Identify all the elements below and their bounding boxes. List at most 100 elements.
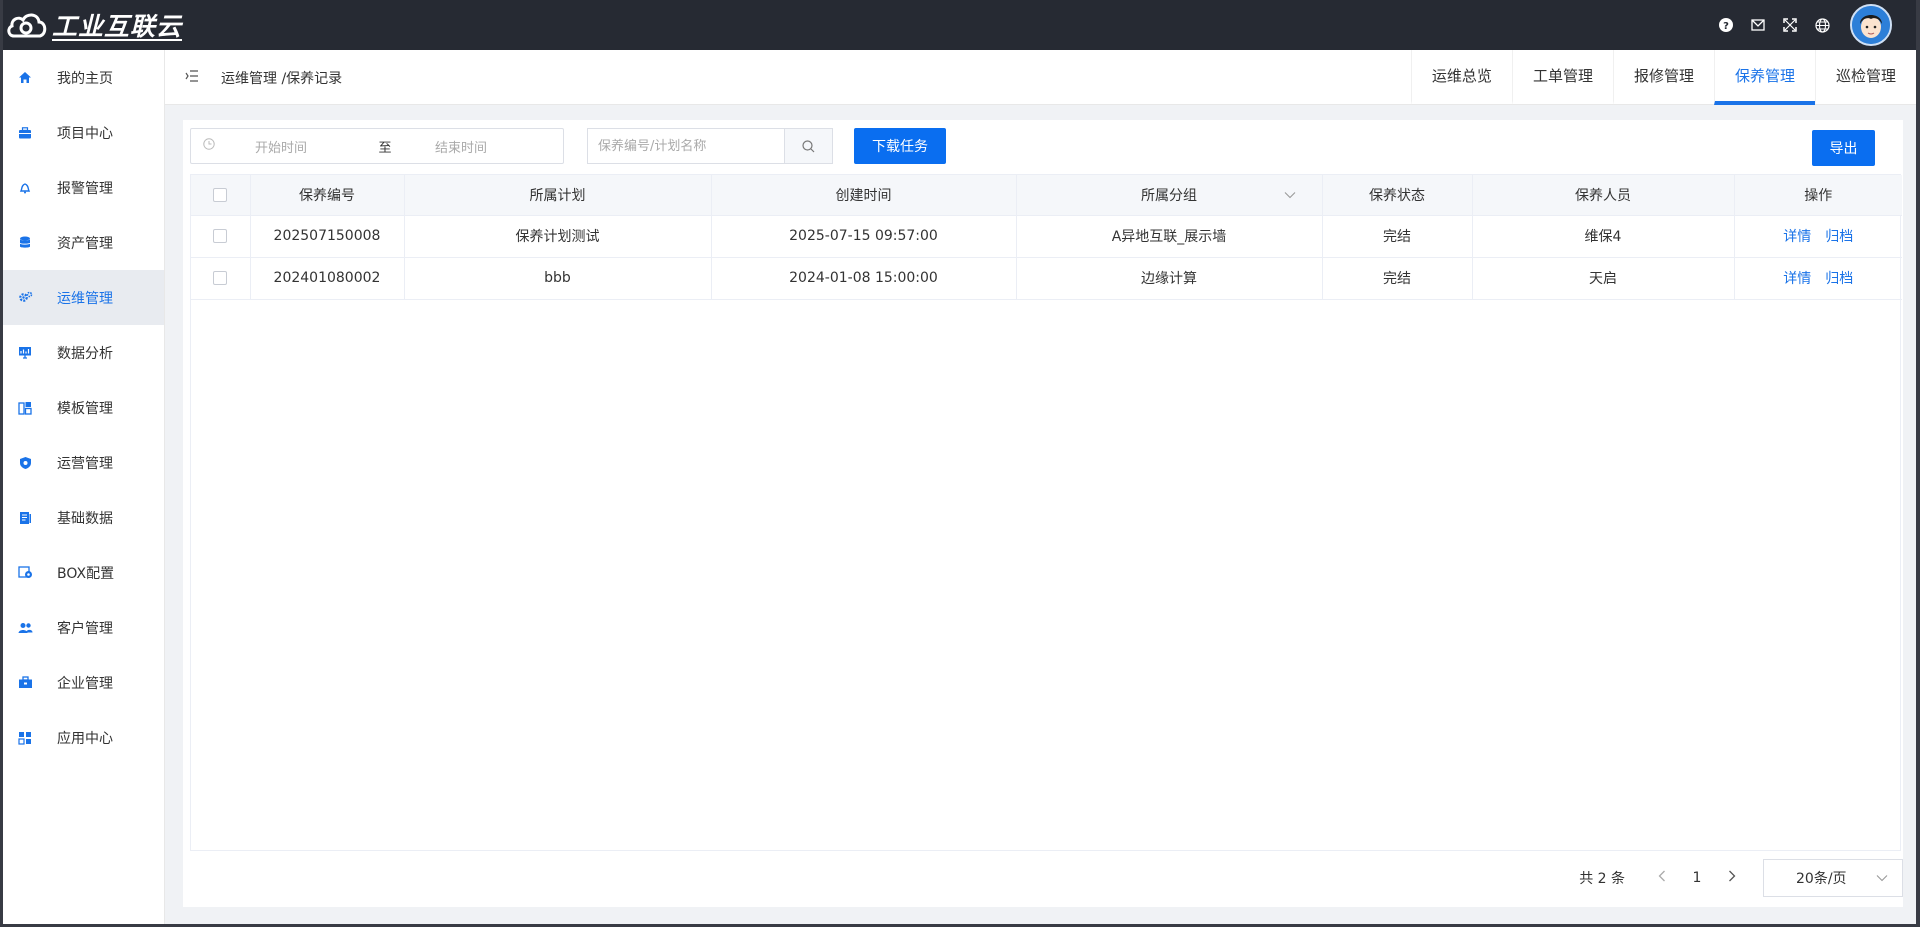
toolbox-icon <box>17 675 33 691</box>
help-icon[interactable]: ? <box>1710 0 1742 50</box>
search-box <box>587 128 833 164</box>
column-header-actions: 操作 <box>1734 175 1902 216</box>
select-all-checkbox[interactable] <box>213 187 228 202</box>
table-header-row: 保养编号 所属计划 创建时间 所属分组 保养状态 保养人员 操作 <box>191 175 1902 216</box>
fullscreen-icon[interactable] <box>1774 0 1806 50</box>
top-bar: 工业互联云 ? <box>3 0 1916 50</box>
menu-collapse-icon[interactable] <box>185 70 201 86</box>
cell-person: 天启 <box>1472 257 1735 300</box>
shield-icon <box>17 455 33 471</box>
search-button[interactable] <box>784 129 832 163</box>
cell-created: 2024-01-08 15:00:00 <box>711 257 1017 300</box>
sidebar-item-8[interactable]: 基础数据 <box>3 490 164 545</box>
sidebar-item-label: 运维管理 <box>57 290 113 307</box>
row-select-cell <box>191 257 251 300</box>
tab-1[interactable]: 工单管理 <box>1511 50 1613 105</box>
sidebar-item-label: 模板管理 <box>57 400 113 417</box>
box-icon <box>17 565 33 581</box>
breadcrumb: 运维管理 /保养记录 <box>221 71 343 87</box>
pagination: 共 2 条 1 20条/页 <box>1579 858 1903 898</box>
date-start-input[interactable]: 开始时间 <box>255 137 365 156</box>
tab-0[interactable]: 运维总览 <box>1410 50 1512 105</box>
cell-group: 边缘计算 <box>1016 257 1323 300</box>
search-icon <box>802 139 815 152</box>
archive-link[interactable]: 归档 <box>1825 271 1853 287</box>
filter-toolbar: 开始时间 至 结束时间 下载任务 导出 <box>190 128 1903 166</box>
logo[interactable]: 工业互联云 <box>6 6 182 44</box>
cell-actions: 详情 归档 <box>1734 257 1902 300</box>
sidebar-item-5[interactable]: 数据分析 <box>3 325 164 380</box>
sidebar-item-1[interactable]: 项目中心 <box>3 105 164 160</box>
date-end-input[interactable]: 结束时间 <box>435 137 487 156</box>
bell-icon <box>17 180 33 196</box>
date-range-picker[interactable]: 开始时间 至 结束时间 <box>190 128 564 164</box>
row-checkbox[interactable] <box>213 229 228 243</box>
template-icon <box>17 400 33 416</box>
sidebar-item-label: 运营管理 <box>57 455 113 472</box>
row-select-cell <box>191 215 251 258</box>
sidebar-item-7[interactable]: 运营管理 <box>3 435 164 490</box>
sidebar-item-label: BOX配置 <box>57 565 115 582</box>
cell-group: A异地互联_展示墙 <box>1016 215 1323 258</box>
sidebar-item-10[interactable]: 客户管理 <box>3 600 164 655</box>
cell-actions: 详情 归档 <box>1734 215 1902 258</box>
download-task-button[interactable]: 下载任务 <box>854 128 946 164</box>
sidebar-item-11[interactable]: 企业管理 <box>3 655 164 710</box>
table-row[interactable]: 202401080002 bbb 2024-01-08 15:00:00 边缘计算 完结… <box>191 257 1902 300</box>
app-window: 工业互联云 ? 我的主页 项目中心 报警管理 资产管理 运维管理 数据分析 模板… <box>3 0 1916 924</box>
sidebar-item-label: 项目中心 <box>57 125 113 142</box>
next-page-icon[interactable] <box>1719 870 1745 886</box>
column-header-plan[interactable]: 所属计划 <box>404 175 712 216</box>
sidebar-item-label: 客户管理 <box>57 620 113 637</box>
export-button[interactable]: 导出 <box>1812 130 1875 166</box>
column-header-person[interactable]: 保养人员 <box>1472 175 1735 216</box>
cell-id: 202401080002 <box>250 257 405 300</box>
database-icon <box>17 235 33 251</box>
sidebar-item-6[interactable]: 模板管理 <box>3 380 164 435</box>
content-header: 运维管理 /保养记录 运维总览 工单管理 报修管理 保养管理 巡检管理 <box>165 50 1916 105</box>
column-header-status[interactable]: 保养状态 <box>1322 175 1473 216</box>
page-number[interactable]: 1 <box>1675 870 1719 886</box>
search-input[interactable] <box>588 129 785 163</box>
gears-icon <box>17 290 33 306</box>
prev-page-icon[interactable] <box>1649 870 1675 886</box>
clock-icon <box>203 138 217 154</box>
tab-3[interactable]: 保养管理 <box>1713 50 1815 105</box>
sidebar-item-label: 报警管理 <box>57 180 113 197</box>
sidebar-item-label: 应用中心 <box>57 730 113 747</box>
chevron-down-icon[interactable] <box>1284 188 1296 202</box>
mail-icon[interactable] <box>1742 0 1774 50</box>
cell-id: 202507150008 <box>250 215 405 258</box>
user-avatar[interactable] <box>1850 4 1892 46</box>
sidebar-item-0[interactable]: 我的主页 <box>3 50 164 105</box>
logo-text: 工业互联云 <box>52 12 183 41</box>
table-row[interactable]: 202507150008 保养计划测试 2025-07-15 09:57:00 A异地… <box>191 215 1902 258</box>
cell-status: 完结 <box>1322 257 1473 300</box>
detail-link[interactable]: 详情 <box>1783 229 1811 245</box>
records-table: 保养编号 所属计划 创建时间 所属分组 保养状态 保养人员 操作 2025071… <box>190 174 1902 851</box>
sidebar-item-9[interactable]: BOX配置 <box>3 545 164 600</box>
tab-2[interactable]: 报修管理 <box>1612 50 1714 105</box>
sidebar-item-label: 基础数据 <box>57 510 113 527</box>
cell-plan: bbb <box>404 257 712 300</box>
column-header-id[interactable]: 保养编号 <box>250 175 405 216</box>
module-tabs: 运维总览 工单管理 报修管理 保养管理 巡检管理 <box>1410 50 1916 105</box>
users-icon <box>17 620 33 636</box>
column-header-group[interactable]: 所属分组 <box>1016 175 1323 216</box>
archive-link[interactable]: 归档 <box>1825 229 1853 245</box>
sidebar-item-12[interactable]: 应用中心 <box>3 710 164 765</box>
globe-icon[interactable] <box>1806 0 1838 50</box>
sidebar-item-3[interactable]: 资产管理 <box>3 215 164 270</box>
sidebar-item-2[interactable]: 报警管理 <box>3 160 164 215</box>
page-size-select[interactable]: 20条/页 <box>1763 859 1903 897</box>
sidebar-item-4[interactable]: 运维管理 <box>3 270 164 325</box>
column-header-created[interactable]: 创建时间 <box>711 175 1017 216</box>
cell-created: 2025-07-15 09:57:00 <box>711 215 1017 258</box>
detail-link[interactable]: 详情 <box>1783 271 1811 287</box>
monitor-chart-icon <box>17 345 33 361</box>
row-checkbox[interactable] <box>213 271 228 285</box>
grid-icon <box>17 730 33 746</box>
tab-4[interactable]: 巡检管理 <box>1814 50 1916 105</box>
select-all-cell <box>191 175 251 216</box>
column-header-group-label: 所属分组 <box>1141 187 1197 204</box>
